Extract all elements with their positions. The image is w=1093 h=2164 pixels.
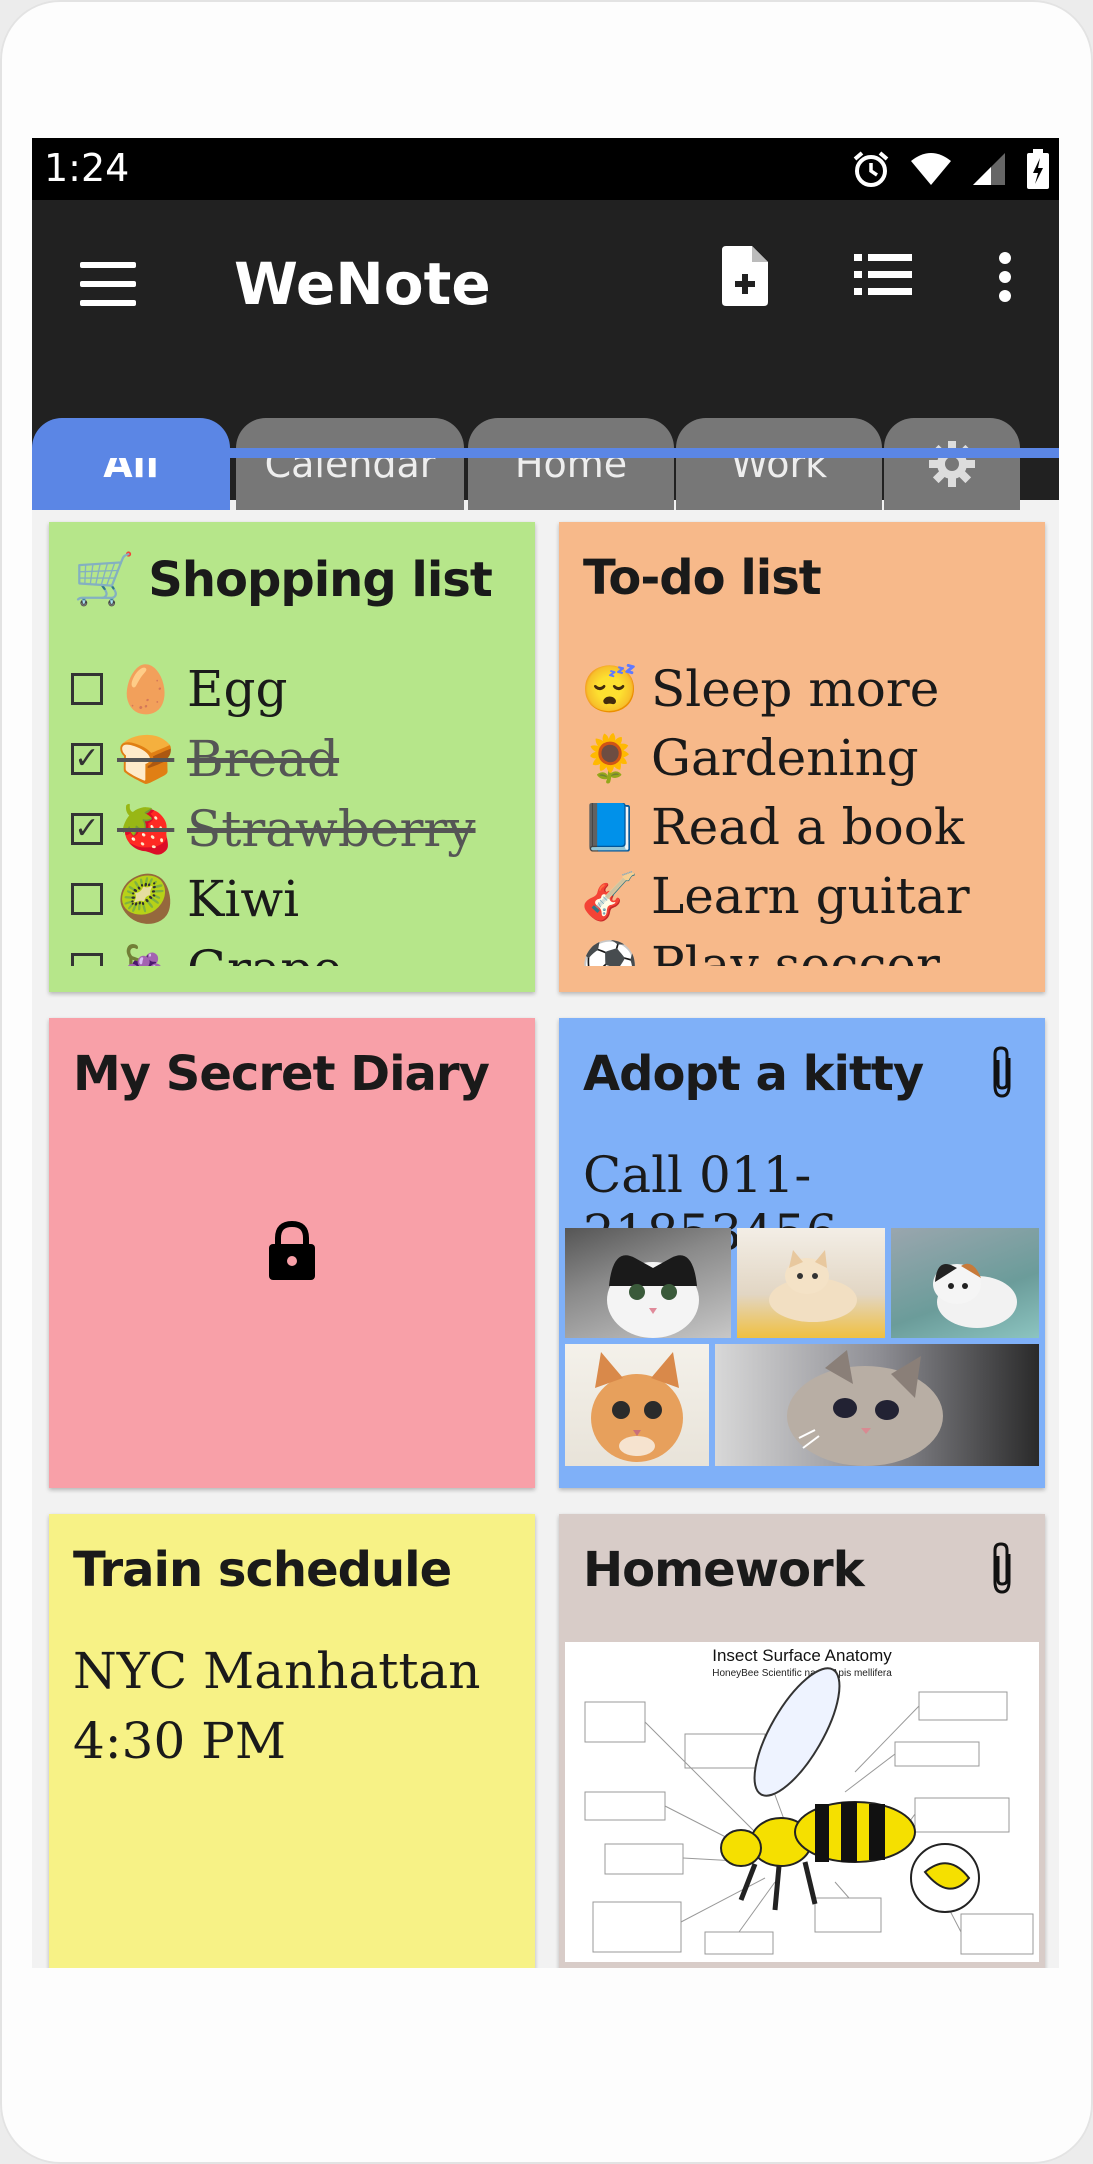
- note-title: To-do list: [583, 550, 822, 606]
- list-item: 🥝 Kiwi: [71, 870, 299, 928]
- clipped-row: ⚽ Play soccer: [559, 932, 1045, 966]
- hamburger-menu-icon[interactable]: [80, 262, 136, 306]
- bee-illustration: [584, 1667, 1034, 1955]
- bread-icon: 🍞: [117, 731, 175, 786]
- lock-icon: [269, 1220, 315, 1280]
- wifi-icon: [911, 153, 951, 185]
- app-toolbar: WeNote All Calendar Home Work: [32, 200, 1059, 510]
- tab-work[interactable]: Work: [676, 418, 882, 510]
- list-item: 🥚 Egg: [71, 660, 288, 718]
- sunflower-icon: 🌻: [581, 730, 639, 785]
- list-item: 🌻 Gardening: [581, 729, 919, 787]
- note-body-line: NYC Manhattan: [73, 1642, 481, 1700]
- list-view-icon[interactable]: [854, 252, 912, 298]
- checkbox-checked[interactable]: ✓: [71, 813, 103, 845]
- paperclip-icon: [993, 1542, 1011, 1594]
- list-item: 📘 Read a book: [581, 798, 965, 856]
- tab-bar: All Calendar Home Work: [32, 418, 1059, 510]
- list-item: 🍇 Grape: [71, 940, 342, 966]
- strawberry-icon: 🍓: [117, 801, 175, 856]
- kitten-photo-3[interactable]: [891, 1228, 1039, 1338]
- kitten-photo-1[interactable]: [565, 1228, 731, 1338]
- note-title: Adopt a kitty: [583, 1046, 924, 1102]
- tab-settings[interactable]: [884, 418, 1020, 510]
- tab-home[interactable]: Home: [468, 418, 674, 510]
- overflow-menu-icon[interactable]: [998, 252, 1012, 302]
- status-icons: [851, 146, 1051, 192]
- checkbox[interactable]: [71, 883, 103, 915]
- list-item: ✓ 🍞 Bread: [71, 730, 339, 788]
- egg-icon: 🥚: [117, 661, 175, 716]
- tab-indicator: [32, 448, 1059, 458]
- sleeping-face-icon: 😴: [581, 661, 639, 716]
- list-item: 😴 Sleep more: [581, 660, 940, 718]
- grape-icon: 🍇: [117, 942, 174, 967]
- status-time: 1:24: [44, 146, 130, 190]
- tab-calendar[interactable]: Calendar: [236, 418, 464, 510]
- battery-icon: [1027, 149, 1049, 189]
- alarm-icon: [853, 151, 889, 187]
- note-body-line: 4:30 PM: [73, 1712, 287, 1770]
- note-card-todo[interactable]: To-do list 😴 Sleep more 🌻 Gardening 📘 Re…: [559, 522, 1045, 992]
- note-card-shopping[interactable]: 🛒 Shopping list 🥚 Egg ✓ 🍞 Bread ✓ 🍓 Stra…: [49, 522, 535, 992]
- note-title: Train schedule: [73, 1542, 452, 1598]
- checkbox-checked[interactable]: ✓: [71, 743, 103, 775]
- status-bar: 1:24: [32, 138, 1059, 200]
- signal-icon: [973, 153, 1005, 185]
- note-card-train[interactable]: Train schedule NYC Manhattan 4:30 PM: [49, 1514, 535, 1968]
- checkbox[interactable]: [71, 673, 103, 705]
- clipped-row: 🍇 Grape: [49, 934, 535, 966]
- list-item: 🎸 Learn guitar: [581, 867, 970, 925]
- note-card-kitty[interactable]: Adopt a kitty Call 011-21853456: [559, 1018, 1045, 1488]
- new-note-icon[interactable]: [720, 246, 768, 306]
- tab-all[interactable]: All: [32, 418, 230, 510]
- soccer-ball-icon: ⚽: [581, 937, 639, 967]
- paperclip-icon: [993, 1046, 1011, 1098]
- note-title: Homework: [583, 1542, 865, 1598]
- list-item: ⚽ Play soccer: [581, 936, 940, 966]
- kitten-photo-4[interactable]: [565, 1344, 709, 1466]
- note-card-diary[interactable]: My Secret Diary: [49, 1018, 535, 1488]
- checkbox[interactable]: [71, 953, 103, 966]
- homework-diagram-image[interactable]: Insect Surface Anatomy HoneyBee Scientif…: [565, 1642, 1039, 1962]
- guitar-icon: 🎸: [581, 868, 639, 923]
- kiwi-icon: 🥝: [117, 871, 175, 926]
- note-title: My Secret Diary: [73, 1046, 490, 1102]
- kitten-photo-5[interactable]: [715, 1344, 1039, 1466]
- book-icon: 📘: [581, 799, 639, 854]
- kitten-photo-2[interactable]: [737, 1228, 885, 1338]
- list-item: ✓ 🍓 Strawberry: [71, 800, 476, 858]
- note-card-homework[interactable]: Homework Insect Surface Anatomy HoneyBee…: [559, 1514, 1045, 1968]
- cart-icon: 🛒: [73, 550, 135, 608]
- app-screen: 1:24 WeNote All Calendar Home Work 🛒 Sho…: [32, 138, 1059, 1968]
- device-frame: 1:24 WeNote All Calendar Home Work 🛒 Sho…: [0, 0, 1093, 2164]
- note-title: 🛒 Shopping list: [73, 550, 493, 608]
- app-title: WeNote: [234, 250, 491, 318]
